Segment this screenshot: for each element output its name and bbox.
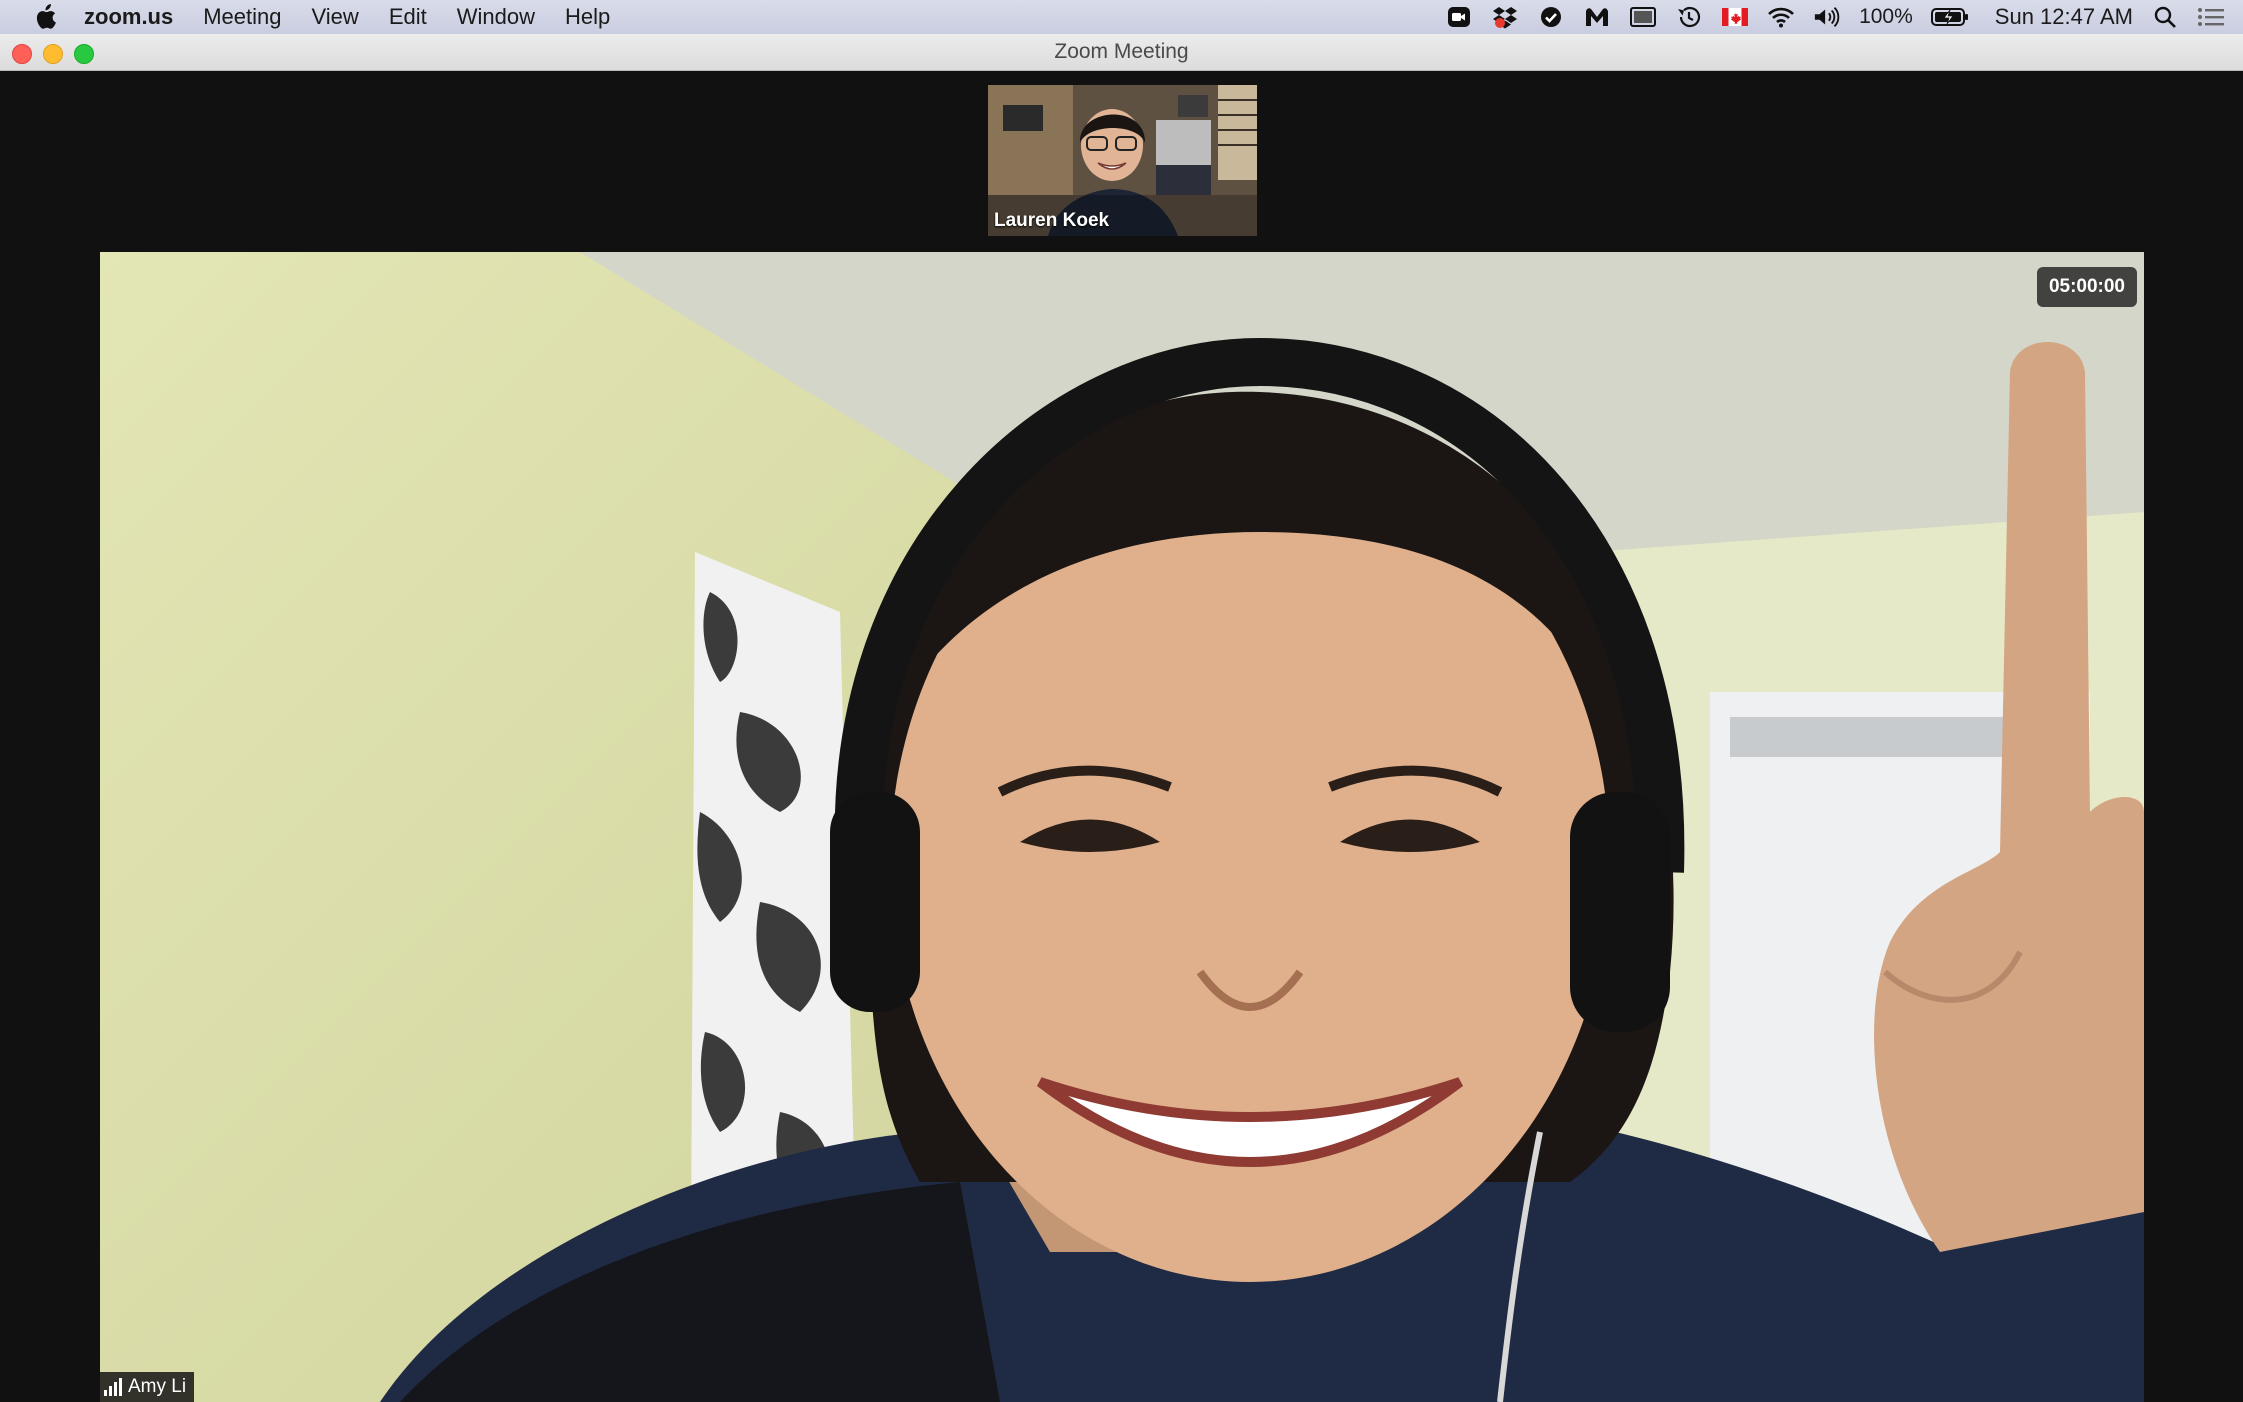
participant-thumbnail-video[interactable]: Lauren Koek (988, 85, 1257, 236)
time-machine-icon[interactable] (1675, 4, 1703, 30)
canada-flag-icon[interactable] (1721, 4, 1749, 30)
screen-icon[interactable] (1629, 4, 1657, 30)
menu-clock[interactable]: Sun 12:47 AM (1995, 4, 2133, 30)
menu-edit[interactable]: Edit (374, 0, 442, 34)
speaker-video-frame (380, 252, 2144, 1402)
meeting-stage: Lauren Koek 05:00:00 Amy Li (0, 71, 2243, 1402)
menu-help[interactable]: Help (550, 0, 625, 34)
active-speaker-video[interactable]: 05:00:00 Amy Li (100, 252, 2144, 1402)
window-title-bar: Zoom Meeting (0, 34, 2243, 71)
volume-icon[interactable] (1813, 4, 1841, 30)
speaker-name-label: Amy Li (128, 1376, 187, 1397)
meeting-timer: 05:00:00 (2036, 267, 2137, 307)
malwarebytes-icon[interactable] (1583, 4, 1611, 30)
window-title: Zoom Meeting (1054, 40, 1189, 63)
speaker-name-tag: Amy Li (100, 1372, 195, 1402)
spotlight-search-icon[interactable] (2151, 4, 2179, 30)
menu-window[interactable]: Window (442, 0, 550, 34)
apple-logo-icon[interactable] (30, 2, 60, 32)
connection-signal-icon (104, 1378, 122, 1396)
zoom-camera-icon[interactable] (1445, 4, 1473, 30)
notification-center-icon[interactable] (2197, 4, 2225, 30)
menu-bar: zoom.us Meeting View Edit Window Help 10… (0, 0, 2243, 34)
wifi-icon[interactable] (1767, 4, 1795, 30)
menu-meeting[interactable]: Meeting (188, 0, 296, 34)
status-area: 100% Sun 12:47 AM (1445, 4, 2243, 30)
battery-charging-icon[interactable] (1930, 4, 1969, 30)
menu-view[interactable]: View (297, 0, 374, 34)
menu-zoom-us[interactable]: zoom.us (84, 0, 188, 34)
participant-name-label: Lauren Koek (994, 210, 1110, 231)
checkmark-icon[interactable] (1537, 4, 1565, 30)
dropbox-icon[interactable] (1491, 4, 1519, 30)
battery-percentage: 100% (1859, 5, 1913, 28)
